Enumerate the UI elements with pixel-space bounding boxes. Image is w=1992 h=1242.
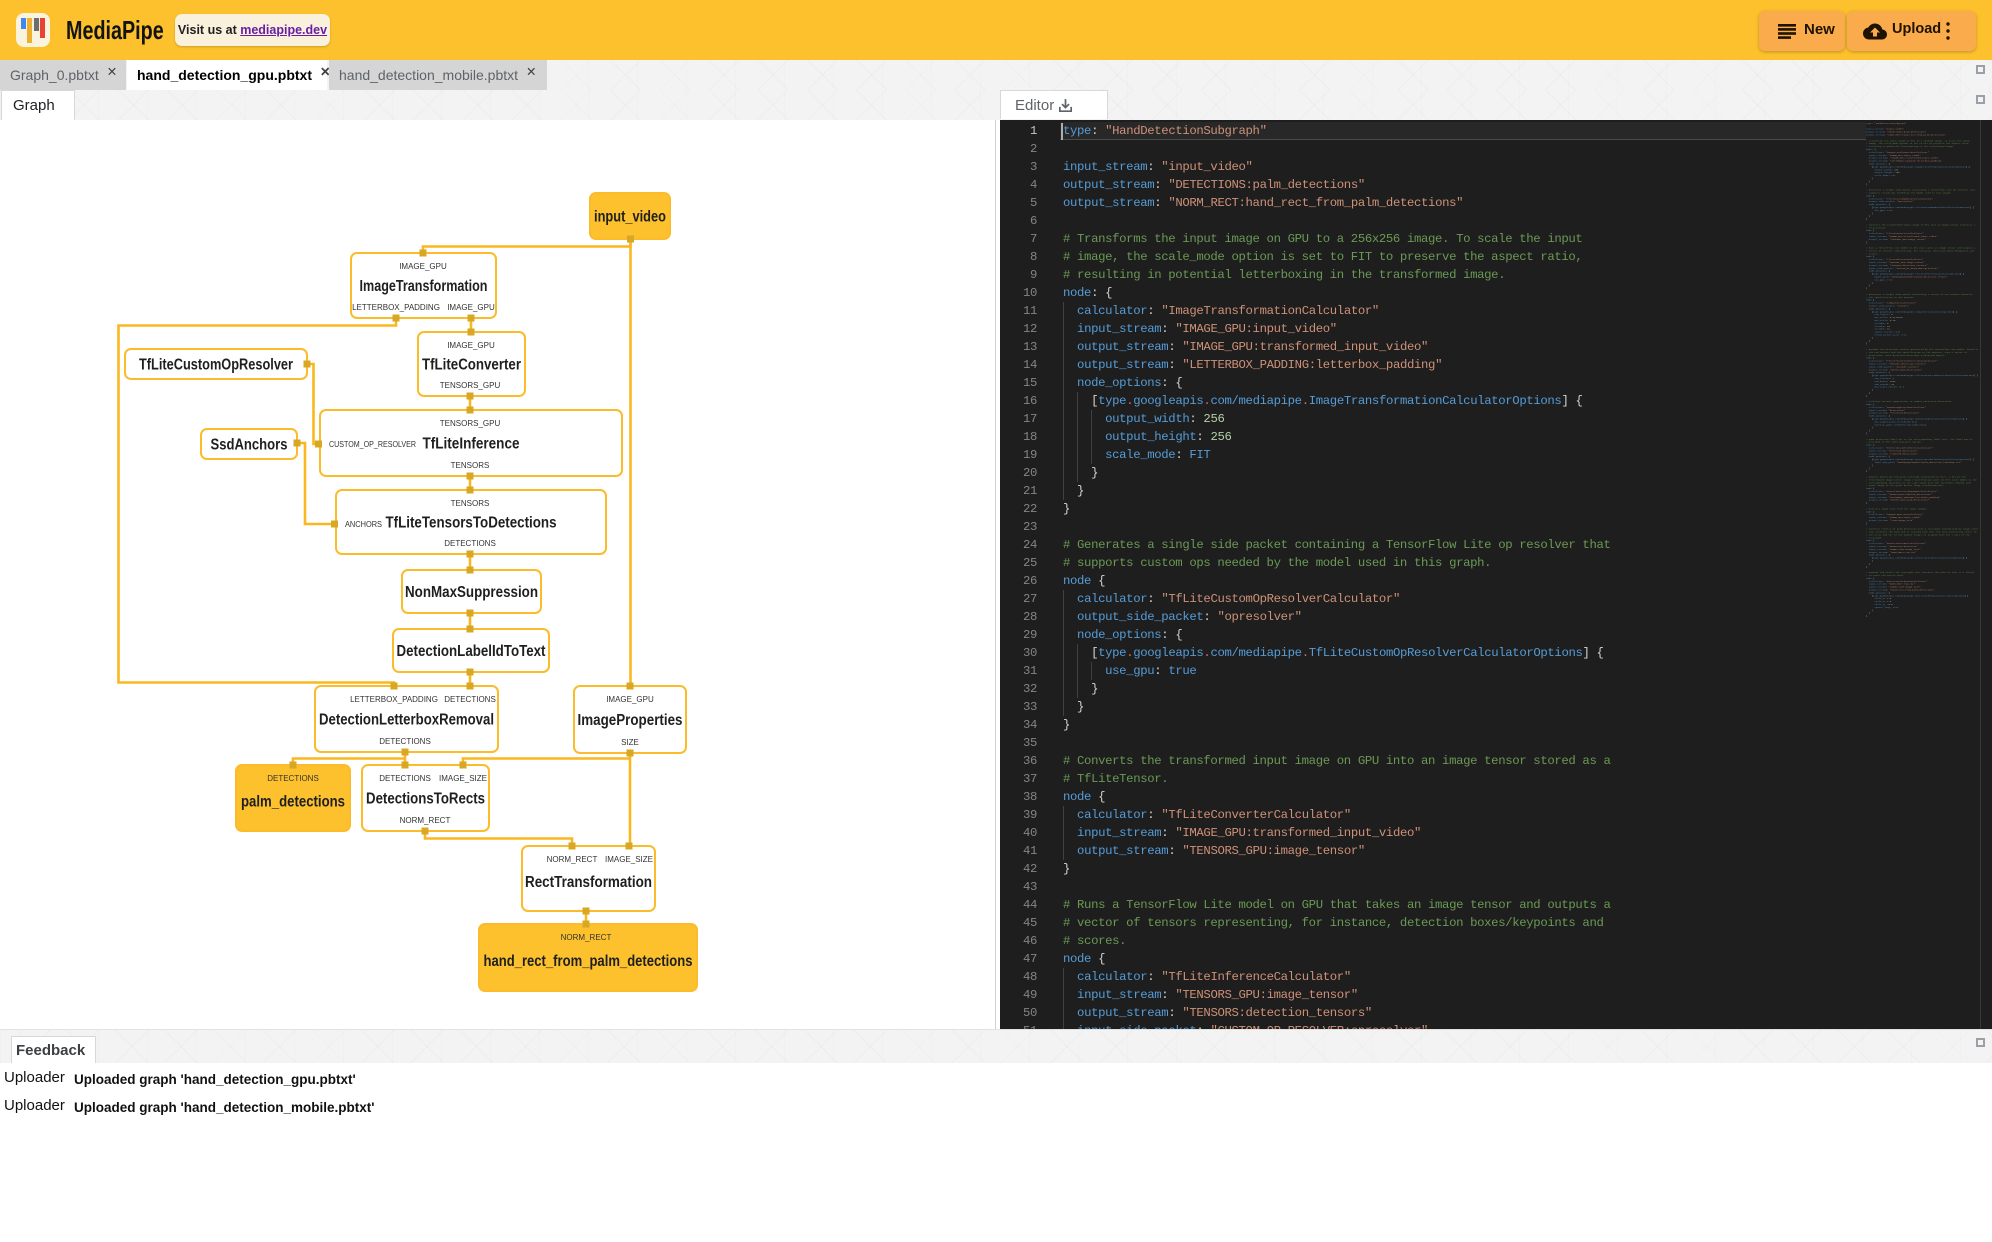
svg-text:CUSTOM_OP_RESOLVER: CUSTOM_OP_RESOLVER [329,440,416,449]
svg-text:DETECTIONS: DETECTIONS [267,774,319,783]
svg-text:ImageTransformation: ImageTransformation [360,278,488,295]
svg-text:TfLiteTensorsToDetections: TfLiteTensorsToDetections [386,515,557,532]
svg-text:IMAGE_SIZE: IMAGE_SIZE [605,855,653,864]
svg-text:DetectionLetterboxRemoval: DetectionLetterboxRemoval [319,712,494,729]
svg-text:input_video: input_video [594,209,666,226]
svg-text:TENSORS: TENSORS [451,461,490,470]
svg-text:IMAGE_GPU: IMAGE_GPU [399,262,447,271]
svg-text:hand_rect_from_palm_detections: hand_rect_from_palm_detections [484,953,693,970]
svg-text:TfLiteConverter: TfLiteConverter [422,357,521,374]
svg-text:IMAGE_GPU: IMAGE_GPU [447,341,495,350]
svg-text:TENSORS: TENSORS [451,499,490,508]
svg-text:LETTERBOX_PADDING: LETTERBOX_PADDING [350,695,438,704]
svg-text:IMAGE_SIZE: IMAGE_SIZE [439,774,487,783]
svg-text:NonMaxSuppression: NonMaxSuppression [405,584,538,601]
svg-text:ANCHORS: ANCHORS [345,520,382,529]
svg-text:DETECTIONS: DETECTIONS [379,774,431,783]
svg-text:DetectionsToRects: DetectionsToRects [366,791,485,808]
svg-text:DETECTIONS: DETECTIONS [444,539,496,548]
svg-text:NORM_RECT: NORM_RECT [561,933,612,942]
svg-text:palm_detections: palm_detections [241,794,345,811]
svg-text:IMAGE_GPU: IMAGE_GPU [606,695,654,704]
svg-text:DetectionLabelIdToText: DetectionLabelIdToText [397,643,546,660]
svg-text:NORM_RECT: NORM_RECT [547,855,598,864]
svg-text:ImageProperties: ImageProperties [578,712,683,729]
svg-text:TENSORS_GPU: TENSORS_GPU [440,381,501,390]
svg-text:DETECTIONS: DETECTIONS [379,737,431,746]
svg-text:IMAGE_GPU: IMAGE_GPU [447,303,495,312]
svg-text:RectTransformation: RectTransformation [525,874,652,891]
svg-text:TfLiteInference: TfLiteInference [423,436,520,453]
svg-text:SsdAnchors: SsdAnchors [211,437,288,454]
svg-text:NORM_RECT: NORM_RECT [400,816,451,825]
svg-text:TENSORS_GPU: TENSORS_GPU [440,419,501,428]
svg-text:SIZE: SIZE [621,738,639,747]
svg-text:LETTERBOX_PADDING: LETTERBOX_PADDING [352,303,440,312]
svg-text:TfLiteCustomOpResolver: TfLiteCustomOpResolver [139,357,293,374]
svg-text:DETECTIONS: DETECTIONS [444,695,496,704]
